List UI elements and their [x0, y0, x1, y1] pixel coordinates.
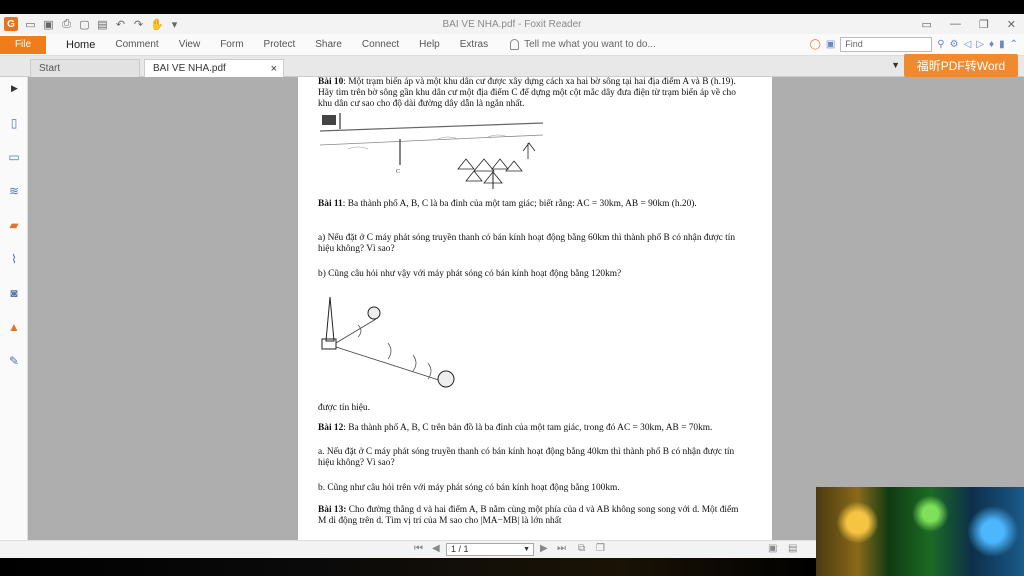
next-page-icon[interactable]: ▶ — [540, 543, 548, 554]
tab-form[interactable]: Form — [220, 39, 243, 50]
expand-pane-icon[interactable]: ▶ — [11, 83, 18, 94]
tab-start-label: Start — [39, 63, 61, 74]
document-tab-bar: Start BAI VE NHA.pdf × ▼ — [0, 56, 1024, 77]
tab-help[interactable]: Help — [419, 39, 440, 50]
exercise-11-text: : Ba thành phố A, B, C là ba đỉnh của mộ… — [342, 199, 697, 209]
window-controls: ▭ — ❐ ✕ — [922, 18, 1017, 31]
customize-toolbar-icon[interactable]: ▾ — [168, 18, 181, 31]
last-page-icon[interactable]: ⏭ — [557, 543, 566, 554]
tell-me-text: Tell me what you want to do... — [524, 39, 656, 50]
hand-tool-icon[interactable]: ✋ — [150, 18, 164, 31]
tab-extras[interactable]: Extras — [460, 39, 488, 50]
security-icon[interactable]: ◙ — [6, 285, 22, 301]
figure-river-illustration: C — [319, 113, 544, 189]
continuous-page-icon[interactable]: ▤ — [788, 543, 797, 554]
ribbon-collapse-icon[interactable]: ⌃ — [1010, 39, 1018, 50]
pdf-to-word-badge[interactable]: 福昕PDF转Word — [904, 54, 1018, 77]
exercise-12-part-b: b. Cũng như câu hỏi trên với máy phát só… — [318, 483, 620, 493]
close-icon[interactable]: ✕ — [1007, 18, 1016, 31]
lock-icon[interactable]: ▲ — [6, 319, 22, 335]
signature-icon[interactable]: ✎ — [6, 353, 22, 369]
next-result-icon[interactable]: ▷ — [976, 39, 984, 50]
svg-text:C: C — [396, 169, 400, 175]
figure-radio-tower — [321, 296, 455, 388]
attachments-icon[interactable]: ⌇ — [6, 251, 22, 267]
exercise-12: Bài 12: Ba thành phố A, B, C trên bản đồ… — [318, 423, 746, 434]
tell-me-box[interactable]: Tell me what you want to do... — [510, 39, 656, 50]
previous-page-icon[interactable]: ◀ — [432, 543, 440, 554]
page-thumbnails-icon[interactable]: ▭ — [6, 149, 22, 165]
minimize-icon[interactable]: — — [950, 18, 961, 31]
tab-start[interactable]: Start — [30, 59, 140, 77]
exercise-13-text: Cho đường thẳng d và hai điểm A, B nằm c… — [318, 505, 739, 526]
restore-ribbon-icon[interactable]: ▭ — [922, 18, 932, 31]
exercise-10: Bài 10: Một trạm biến áp và một khu dân … — [318, 77, 746, 110]
single-page-icon[interactable]: ▣ — [768, 543, 777, 554]
ribbon-right-tools: ◯ ▣ Find ⚲ ⚙ ◁ ▷ ♦ ▮ ⌃ — [810, 37, 1018, 52]
exercise-10-title: Bài 10 — [318, 77, 344, 87]
close-tab-icon[interactable]: × — [271, 63, 277, 75]
notification-bell-icon[interactable]: ♦ — [989, 39, 994, 50]
layers-icon[interactable]: ≋ — [6, 183, 22, 199]
exercise-12-title: Bài 12 — [318, 423, 344, 433]
first-page-icon[interactable]: ⏮ — [414, 543, 423, 554]
create-pdf-icon[interactable]: ▤ — [96, 18, 109, 31]
page-number-value: 1 / 1 — [451, 544, 469, 554]
cart-icon[interactable]: ▣ — [826, 39, 835, 50]
copy-view-icon[interactable]: ❐ — [596, 543, 605, 554]
print-icon[interactable]: ⎙ — [60, 18, 73, 31]
tab-protect[interactable]: Protect — [264, 39, 296, 50]
maximize-icon[interactable]: ❐ — [979, 18, 989, 31]
tab-list-dropdown-icon[interactable]: ▼ — [891, 60, 900, 70]
user-account-icon[interactable]: ▮ — [999, 39, 1005, 50]
exercise-11-part-b: b) Cũng câu hỏi như vậy với máy phát són… — [318, 269, 622, 279]
left-navigation-pane: ▶ ▯ ▭ ≋ ▰ ⌇ ◙ ▲ ✎ — [0, 77, 28, 540]
exercise-11-title: Bài 11 — [318, 199, 343, 209]
find-input[interactable]: Find — [840, 37, 933, 52]
tab-connect[interactable]: Connect — [362, 39, 399, 50]
tab-home[interactable]: Home — [66, 39, 95, 51]
tab-share[interactable]: Share — [315, 39, 342, 50]
figure-caption: được tín hiệu. — [318, 403, 370, 413]
settings-gear-icon[interactable]: ⚙ — [950, 39, 959, 50]
prev-result-icon[interactable]: ◁ — [964, 39, 972, 50]
window-icon[interactable]: ▢ — [78, 18, 91, 31]
app-logo-icon[interactable]: G — [4, 17, 18, 31]
comments-icon[interactable]: ▰ — [6, 217, 22, 233]
top-letterbox — [0, 0, 1024, 14]
tab-view[interactable]: View — [179, 39, 201, 50]
exercise-12-part-a: a. Nếu đặt ở C máy phát sóng truyền than… — [318, 447, 735, 468]
quick-access-toolbar: ▭ ▣ ⎙ ▢ ▤ ↶ ↷ ✋ ▾ — [24, 18, 181, 31]
bookmark-icon[interactable]: ▯ — [6, 115, 22, 131]
document-viewport[interactable]: Bài 10: Một trạm biến áp và một khu dân … — [28, 77, 1024, 540]
ribbon-tabs: File Home Comment View Form Protect Shar… — [0, 34, 1024, 56]
pdf-page: Bài 10: Một trạm biến áp và một khu dân … — [298, 77, 772, 540]
title-bar: G ▭ ▣ ⎙ ▢ ▤ ↶ ↷ ✋ ▾ BAI VE NHA.pdf - Fox… — [0, 14, 1024, 34]
undo-icon[interactable]: ↶ — [114, 18, 127, 31]
lightbulb-icon — [510, 39, 520, 50]
page-number-input[interactable]: 1 / 1 ▼ — [446, 543, 534, 556]
save-icon[interactable]: ▣ — [42, 18, 55, 31]
open-folder-icon[interactable]: ▭ — [24, 18, 37, 31]
exercise-13-title: Bài 13: — [318, 505, 347, 515]
chat-bubble-icon[interactable]: ◯ — [810, 39, 821, 50]
video-overlay-thumbnail — [816, 487, 1024, 576]
tab-document[interactable]: BAI VE NHA.pdf × — [144, 59, 284, 77]
exercise-11-part-a: a) Nếu đặt ở C máy phát sóng truyền than… — [318, 233, 736, 254]
exercise-11: Bài 11: Ba thành phố A, B, C là ba đỉnh … — [318, 199, 746, 210]
view-mode-icon[interactable]: ⧉ — [578, 543, 585, 554]
search-icon[interactable]: ⚲ — [937, 39, 944, 50]
file-tab[interactable]: File — [0, 35, 46, 54]
exercise-10-text: : Một trạm biến áp và một khu dân cư đượ… — [318, 77, 736, 109]
tab-comment[interactable]: Comment — [115, 39, 158, 50]
exercise-13: Bài 13: Cho đường thẳng d và hai điểm A,… — [318, 505, 746, 527]
page-dropdown-icon[interactable]: ▼ — [523, 544, 530, 555]
redo-icon[interactable]: ↷ — [132, 18, 145, 31]
exercise-12-text: : Ba thành phố A, B, C trên bản đồ là ba… — [343, 423, 713, 433]
tab-document-label: BAI VE NHA.pdf — [153, 63, 226, 74]
